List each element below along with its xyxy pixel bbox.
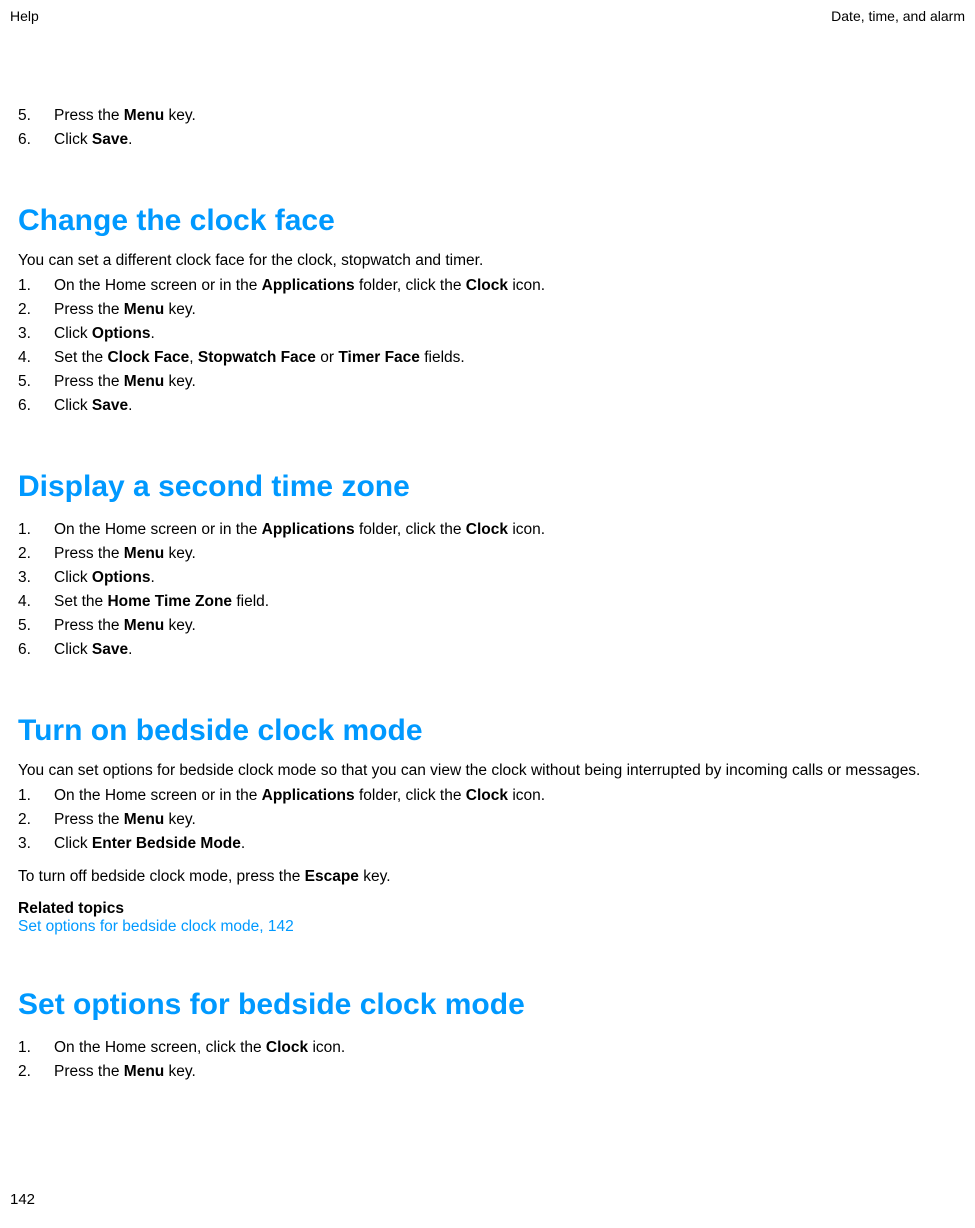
step-number: 1.: [18, 274, 54, 298]
section4-step-list: 1.On the Home screen, click the Clock ic…: [18, 1036, 965, 1084]
step-text: Press the Menu key.: [54, 104, 196, 128]
list-item: 2.Press the Menu key.: [18, 542, 965, 566]
heading-display-second-time-zone: Display a second time zone: [18, 470, 965, 504]
related-topics-link[interactable]: Set options for bedside clock mode, 142: [18, 918, 965, 936]
step-number: 3.: [18, 322, 54, 346]
step-number: 6.: [18, 638, 54, 662]
step-number: 1.: [18, 518, 54, 542]
step-text: On the Home screen or in the Application…: [54, 274, 545, 298]
step-text: Click Options.: [54, 566, 155, 590]
step-text: Press the Menu key.: [54, 1060, 196, 1084]
section2-step-list: 1.On the Home screen or in the Applicati…: [18, 518, 965, 662]
step-text: Press the Menu key.: [54, 542, 196, 566]
step-number: 2.: [18, 542, 54, 566]
step-number: 6.: [18, 394, 54, 418]
section1-intro: You can set a different clock face for t…: [18, 252, 965, 270]
related-topics-block: Related topics Set options for bedside c…: [18, 900, 965, 936]
step-text: On the Home screen, click the Clock icon…: [54, 1036, 345, 1060]
heading-set-options-bedside-clock-mode: Set options for bedside clock mode: [18, 988, 965, 1022]
section1-step-list: 1.On the Home screen or in the Applicati…: [18, 274, 965, 418]
list-item: 4.Set the Clock Face, Stopwatch Face or …: [18, 346, 965, 370]
list-item: 2.Press the Menu key.: [18, 1060, 965, 1084]
step-number: 5.: [18, 614, 54, 638]
step-text: Click Save.: [54, 394, 132, 418]
step-text: Click Save.: [54, 638, 132, 662]
related-topics-heading: Related topics: [18, 900, 965, 918]
step-number: 5.: [18, 104, 54, 128]
header-left: Help: [10, 8, 39, 24]
list-item: 1.On the Home screen or in the Applicati…: [18, 518, 965, 542]
step-number: 3.: [18, 566, 54, 590]
section3-intro: You can set options for bedside clock mo…: [18, 762, 965, 780]
step-number: 2.: [18, 1060, 54, 1084]
step-text: Click Save.: [54, 128, 132, 152]
page-content: 5.Press the Menu key.6.Click Save. Chang…: [10, 104, 965, 1084]
list-item: 3.Click Enter Bedside Mode.: [18, 832, 965, 856]
step-text: Press the Menu key.: [54, 808, 196, 832]
list-item: 6.Click Save.: [18, 638, 965, 662]
list-item: 6.Click Save.: [18, 394, 965, 418]
step-number: 1.: [18, 1036, 54, 1060]
step-text: Press the Menu key.: [54, 370, 196, 394]
list-item: 5.Press the Menu key.: [18, 370, 965, 394]
list-item: 6.Click Save.: [18, 128, 965, 152]
list-item: 1.On the Home screen or in the Applicati…: [18, 274, 965, 298]
step-text: Set the Home Time Zone field.: [54, 590, 269, 614]
step-number: 1.: [18, 784, 54, 808]
page-header: Help Date, time, and alarm: [10, 8, 965, 24]
list-item: 5.Press the Menu key.: [18, 614, 965, 638]
step-text: On the Home screen or in the Application…: [54, 518, 545, 542]
list-item: 2.Press the Menu key.: [18, 808, 965, 832]
step-text: Press the Menu key.: [54, 614, 196, 638]
page-number: 142: [10, 1191, 35, 1208]
list-item: 5.Press the Menu key.: [18, 104, 965, 128]
heading-change-clock-face: Change the clock face: [18, 204, 965, 238]
heading-turn-on-bedside-clock-mode: Turn on bedside clock mode: [18, 714, 965, 748]
list-item: 1.On the Home screen or in the Applicati…: [18, 784, 965, 808]
list-item: 3.Click Options.: [18, 322, 965, 346]
section3-step-list: 1.On the Home screen or in the Applicati…: [18, 784, 965, 856]
step-number: 6.: [18, 128, 54, 152]
list-item: 1.On the Home screen, click the Clock ic…: [18, 1036, 965, 1060]
step-number: 4.: [18, 590, 54, 614]
list-item: 2.Press the Menu key.: [18, 298, 965, 322]
step-number: 3.: [18, 832, 54, 856]
step-text: Set the Clock Face, Stopwatch Face or Ti…: [54, 346, 465, 370]
step-text: Click Options.: [54, 322, 155, 346]
list-item: 3.Click Options.: [18, 566, 965, 590]
step-number: 4.: [18, 346, 54, 370]
step-number: 2.: [18, 808, 54, 832]
step-number: 5.: [18, 370, 54, 394]
step-number: 2.: [18, 298, 54, 322]
step-text: Click Enter Bedside Mode.: [54, 832, 245, 856]
list-item: 4.Set the Home Time Zone field.: [18, 590, 965, 614]
step-text: Press the Menu key.: [54, 298, 196, 322]
intro-step-list: 5.Press the Menu key.6.Click Save.: [18, 104, 965, 152]
section3-after-text: To turn off bedside clock mode, press th…: [18, 868, 965, 886]
header-right: Date, time, and alarm: [831, 8, 965, 24]
step-text: On the Home screen or in the Application…: [54, 784, 545, 808]
